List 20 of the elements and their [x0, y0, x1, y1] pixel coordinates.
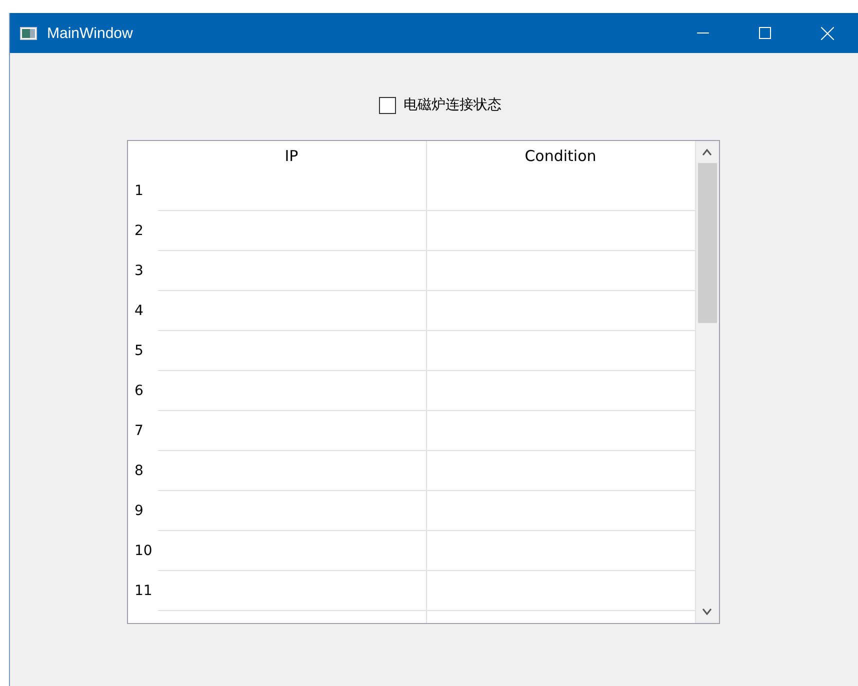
checkbox[interactable] — [378, 96, 396, 114]
row-header[interactable]: 9 — [128, 491, 158, 531]
scrollbar[interactable] — [696, 141, 718, 623]
row-header[interactable]: 6 — [128, 371, 158, 411]
row-header[interactable]: 10 — [128, 531, 158, 571]
scroll-thumb[interactable] — [698, 163, 716, 323]
app-icon — [20, 26, 37, 40]
close-icon — [820, 26, 834, 40]
row-header[interactable]: 3 — [128, 251, 158, 291]
checkbox-label[interactable]: 电磁炉连接状态 — [404, 96, 502, 114]
row-header[interactable]: 2 — [128, 211, 158, 251]
column-header[interactable]: IP — [158, 141, 426, 171]
window-title: MainWindow — [47, 24, 134, 42]
row-header[interactable]: 4 — [128, 291, 158, 331]
row-header[interactable]: 8 — [128, 451, 158, 491]
row-header[interactable]: 5 — [128, 331, 158, 371]
row-header[interactable]: 11 — [128, 571, 158, 611]
row-header[interactable]: 1 — [128, 171, 158, 211]
row-header[interactable]: 7 — [128, 411, 158, 451]
maximize-icon — [759, 27, 771, 39]
